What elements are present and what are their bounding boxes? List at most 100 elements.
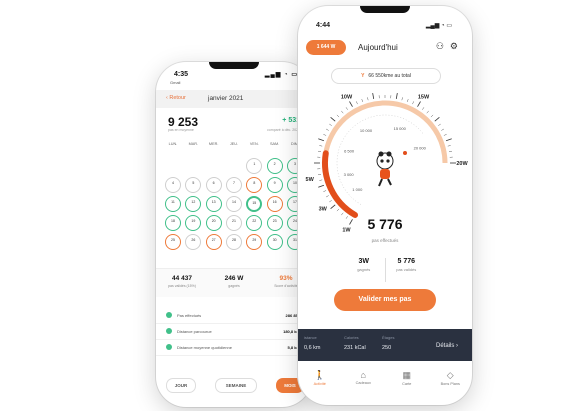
gauge-tick xyxy=(319,145,323,147)
steps-icon xyxy=(166,312,172,318)
calendar-day[interactable]: 14 xyxy=(225,196,242,212)
calendar-day[interactable]: 2 xyxy=(266,158,283,174)
calendar-day[interactable]: 28 xyxy=(225,234,242,250)
calendar-day[interactable]: 16 xyxy=(266,196,283,212)
weekday-label: LUN. xyxy=(168,142,178,146)
tab-label: Activité xyxy=(313,382,326,386)
gauge-level-label: 3W xyxy=(319,206,328,212)
earned-block: 3W gagnés xyxy=(343,258,385,282)
tab-week[interactable]: SEMAINE xyxy=(215,378,257,393)
gauge-progress xyxy=(322,150,358,218)
gauge-tick xyxy=(317,174,322,176)
gauge-tick xyxy=(318,138,325,142)
gear-icon[interactable]: ⚙ xyxy=(450,41,458,51)
gauge-tick xyxy=(412,101,414,105)
tab-activity[interactable]: 🚶 Activité xyxy=(298,364,342,396)
panda-ear-icon xyxy=(386,151,392,157)
gauge-tick xyxy=(329,200,332,203)
gauge-level-label: 5W xyxy=(306,177,315,183)
floors-value: 250 xyxy=(382,345,392,351)
status-time: 4:44 xyxy=(316,22,331,29)
calendar-week: 25 26 27 28 29 30 31 xyxy=(164,234,304,250)
calendar-week: 123 xyxy=(164,158,304,174)
period-selector: JOUR SEMAINE MOIS xyxy=(166,378,304,393)
calendar-empty xyxy=(185,158,201,174)
gauge-tick xyxy=(341,110,344,114)
panda-leg-icon xyxy=(378,178,383,187)
panda-eye-icon xyxy=(386,159,390,163)
calendar-day[interactable]: 22 xyxy=(246,215,263,231)
calendar-day[interactable]: 26 xyxy=(185,234,202,250)
calendar-day[interactable]: 23 xyxy=(266,215,283,231)
gauge-tick xyxy=(447,145,451,147)
gauge-tick xyxy=(422,107,425,110)
list-item[interactable]: Distance parcourue 180,8 km xyxy=(156,324,312,340)
calendar-day[interactable]: 20 xyxy=(205,215,222,231)
calendar-day[interactable]: 7 xyxy=(225,177,242,193)
gauge-tick xyxy=(345,107,348,110)
calendar-day[interactable]: 4 xyxy=(165,177,181,193)
brand-icon: Y xyxy=(361,73,365,79)
panda-ear-icon xyxy=(378,151,384,157)
floors-label: Étages xyxy=(382,335,395,340)
calendar-day[interactable]: 27 xyxy=(205,234,222,250)
tab-deals[interactable]: ◇ Bons Plans xyxy=(429,364,473,396)
page-title: Aujourd'hui xyxy=(358,43,398,52)
gauge-tick xyxy=(445,138,452,142)
calendar-day[interactable]: 25 xyxy=(165,234,181,250)
gauge-tick xyxy=(330,117,336,122)
panda-eye-icon xyxy=(380,159,384,163)
calendar-day[interactable]: 19 xyxy=(185,215,202,231)
calendar-day[interactable]: 1 xyxy=(246,158,263,174)
today-steps: 5 776 xyxy=(367,216,403,232)
gauge-tick xyxy=(407,99,409,102)
calories-value: 231 kCal xyxy=(344,345,366,351)
calendar-day[interactable]: 21 xyxy=(225,215,242,231)
bottom-tab-bar: 🚶 Activité ⌂ Cadeaux ▦ Carte ◇ Bons Plan… xyxy=(298,364,472,396)
calendar-day[interactable]: 30 xyxy=(266,234,283,250)
list-item[interactable]: Pas effectués 286 852 xyxy=(156,308,312,324)
total-distance-pill[interactable]: Y 66 550kme au total xyxy=(331,68,441,84)
calendar-day[interactable]: 12 xyxy=(185,196,202,212)
calendar-day[interactable]: 11 xyxy=(165,196,181,212)
tab-day[interactable]: JOUR xyxy=(166,378,196,393)
calendar-day[interactable]: 18 xyxy=(165,215,181,231)
average-steps: 9 253 xyxy=(168,115,199,129)
gauge-step-label: 1 000 xyxy=(352,187,363,192)
details-link[interactable]: Détails › xyxy=(436,343,458,349)
calendar-empty xyxy=(226,158,242,174)
calendar-day[interactable]: 15 xyxy=(246,196,263,212)
calendar-day[interactable]: 6 xyxy=(205,177,222,193)
month-stats: 44 437 pas validés (15%) 246 W gagnés 93… xyxy=(156,268,312,297)
tab-map[interactable]: ▦ Carte xyxy=(385,364,429,396)
tab-gifts[interactable]: ⌂ Cadeaux xyxy=(342,364,386,396)
gauge-tick xyxy=(430,114,434,118)
gauge-tick xyxy=(341,212,344,216)
phone-right: 4:44 ▂▄▆ ◔ ▭ 1 644 W Aujourd'hui ⚇ ⚙ Y 66 … xyxy=(298,6,472,405)
tab-label: Carte xyxy=(402,382,412,386)
tag-icon: ◇ xyxy=(446,370,454,380)
coins-balance-button[interactable]: 1 644 W xyxy=(306,40,346,55)
month-title: janvier 2021 xyxy=(208,95,244,102)
calendar-day[interactable]: 9 xyxy=(266,177,283,193)
delta-caption: comparé à déc. 2020 xyxy=(267,128,300,132)
phone-notch xyxy=(360,6,410,13)
calendar-day[interactable]: 29 xyxy=(246,234,263,250)
calendar-week: 18 19 20 21 22 23 24 xyxy=(164,215,304,231)
signal-wifi-battery-icon: ▂▄▆ ◔ ▭ xyxy=(425,23,452,29)
calendar-day[interactable]: 5 xyxy=(185,177,202,193)
list-item[interactable]: Distance moyenne quotidienne 5,8 km xyxy=(156,340,312,356)
friends-icon[interactable]: ⚇ xyxy=(436,41,444,51)
validate-steps-button[interactable]: Valider mes pas xyxy=(334,289,436,311)
calendar-day[interactable]: 8 xyxy=(246,177,263,193)
stat-validated: 44 437 pas validés (15%) xyxy=(156,269,208,297)
calendar-day[interactable]: 13 xyxy=(205,196,222,212)
gauge-tick xyxy=(318,184,325,188)
calendar-week: 11 12 13 14 15 16 17 xyxy=(164,196,304,212)
today-steps-caption: pas effectués xyxy=(371,238,399,243)
gauge-tick xyxy=(326,128,329,131)
back-button[interactable]: ‹ Retour xyxy=(166,95,186,101)
weekday-label: VEN. xyxy=(249,142,259,146)
calendar-week: 4 5 6 7 8 9 10 xyxy=(164,177,304,193)
gauge-tick xyxy=(323,134,327,136)
